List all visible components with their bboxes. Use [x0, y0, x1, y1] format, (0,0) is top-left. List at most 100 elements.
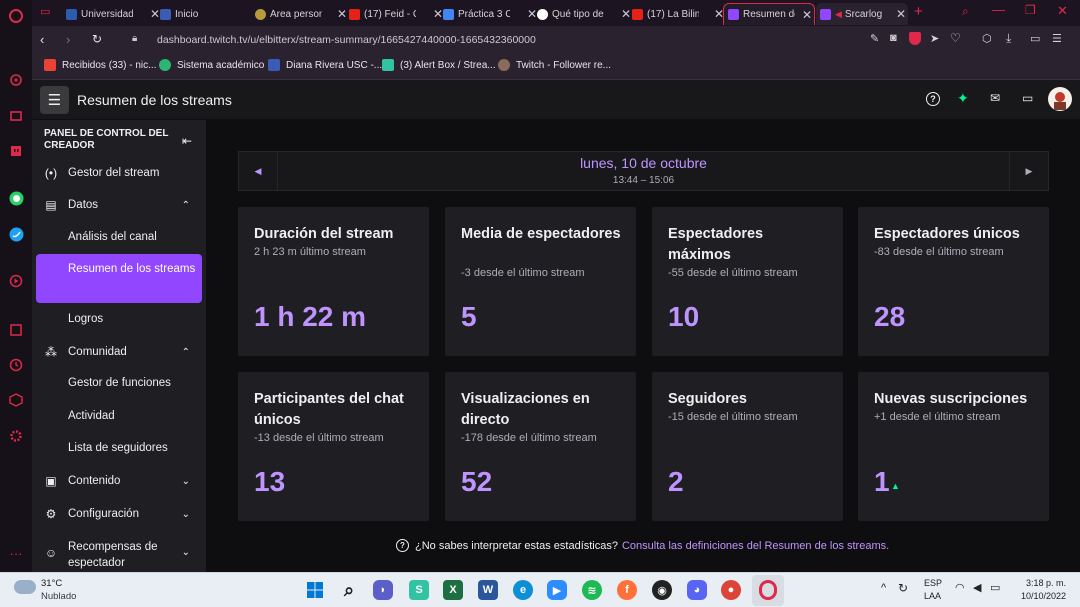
- stat-value: 1: [874, 466, 890, 497]
- hamburger-menu-button[interactable]: ☰: [40, 86, 69, 114]
- streamlabs-icon[interactable]: S: [409, 580, 429, 600]
- shopping-icon[interactable]: [8, 107, 24, 123]
- lock-icon[interactable]: 🔒︎: [132, 33, 137, 44]
- search-tabs-icon[interactable]: ⌕: [962, 4, 969, 19]
- discord-icon[interactable]: ◕: [687, 580, 707, 600]
- cube-icon[interactable]: ⬡: [982, 32, 992, 45]
- pinboard-icon[interactable]: [8, 322, 24, 338]
- volume-icon[interactable]: ◀: [973, 581, 981, 594]
- tab-inicio[interactable]: Inicio✕: [160, 3, 256, 25]
- send-icon[interactable]: ➤: [930, 32, 939, 45]
- tab-universidad[interactable]: Universidad ✕: [66, 3, 162, 25]
- chrome-icon[interactable]: ●: [721, 580, 741, 600]
- url-field[interactable]: dashboard.twitch.tv/u/elbitterx/stream-s…: [157, 34, 536, 46]
- chevron-up-icon[interactable]: ^: [881, 582, 886, 594]
- crown-icon[interactable]: ✦: [957, 90, 969, 107]
- sync-icon[interactable]: ↻: [898, 581, 908, 595]
- tab-feid[interactable]: (17) Feid - C ✕: [349, 3, 445, 25]
- gamepad-icon[interactable]: ▭: [40, 5, 54, 19]
- back-icon[interactable]: ‹: [40, 32, 44, 47]
- tab-google[interactable]: Qué tipo de ✕: [537, 3, 633, 25]
- obs-icon[interactable]: ◉: [652, 580, 672, 600]
- windows-start-icon[interactable]: [305, 580, 325, 600]
- word-icon[interactable]: W: [478, 580, 498, 600]
- tab-practica[interactable]: Práctica 3 C ✕: [443, 3, 539, 25]
- tab-area-personal[interactable]: Área person ✕: [255, 3, 349, 25]
- close-tab-icon[interactable]: ✕: [527, 7, 537, 21]
- whatsapp-icon[interactable]: [8, 190, 24, 206]
- sidebar-item-datos[interactable]: ▤ Datos ⌃: [36, 198, 202, 212]
- menu-icon[interactable]: ☰: [1052, 32, 1062, 45]
- twitch-icon[interactable]: [8, 143, 24, 159]
- language-code[interactable]: ESP: [924, 578, 942, 588]
- bookmark-follower[interactable]: Twitch - Follower re...: [498, 59, 611, 71]
- inbox-icon[interactable]: ✉: [990, 91, 1000, 105]
- sidebar-item-actividad[interactable]: Actividad: [36, 410, 202, 422]
- date-navigator: ◀ lunes, 10 de octubre 13:44 – 15:06 ▶: [238, 151, 1049, 191]
- search-icon[interactable]: ⌕: [339, 580, 359, 600]
- battery-icon[interactable]: ▭: [990, 581, 1000, 594]
- audio-icon[interactable]: ◀: [835, 9, 842, 20]
- close-tab-icon[interactable]: ✕: [150, 7, 160, 21]
- sidebar-item-configuracion[interactable]: ⚙ Configuración ⌄: [36, 507, 202, 521]
- sidebar-item-comunidad[interactable]: ⁂ Comunidad ⌃: [36, 345, 202, 359]
- download-icon[interactable]: ⤓: [1006, 31, 1011, 46]
- clock-time[interactable]: 3:18 p. m.: [1010, 578, 1066, 588]
- sidebar-item-gestor-funciones[interactable]: Gestor de funciones: [36, 377, 202, 389]
- forward-icon[interactable]: ›: [66, 32, 70, 47]
- sidebar-item-gestor-stream[interactable]: (•) Gestor del stream: [36, 166, 202, 180]
- new-tab-icon[interactable]: +: [914, 3, 923, 20]
- bookmark-diana[interactable]: Diana Rivera USC -...: [268, 59, 382, 71]
- edit-icon[interactable]: ✎: [870, 32, 879, 45]
- minimize-icon[interactable]: —: [992, 2, 1005, 17]
- extensions-icon[interactable]: [8, 392, 24, 408]
- close-tab-icon[interactable]: ✕: [896, 7, 906, 21]
- opera-logo-icon[interactable]: [8, 8, 24, 24]
- aria-icon[interactable]: [8, 72, 24, 88]
- tab-srcarlog[interactable]: ◀ Srcarlog ✕: [816, 3, 908, 25]
- camera-icon[interactable]: ◙: [890, 32, 897, 44]
- zoom-icon[interactable]: ▶: [547, 580, 567, 600]
- close-tab-icon[interactable]: ✕: [433, 7, 443, 21]
- sidebar-item-contenido[interactable]: ▣ Contenido ⌄: [36, 474, 202, 488]
- whispers-icon[interactable]: ▭: [1022, 91, 1033, 105]
- history-icon[interactable]: [8, 357, 24, 373]
- weather-temp[interactable]: 31°C: [41, 578, 62, 589]
- collapse-icon[interactable]: ⇤: [182, 134, 192, 148]
- player-icon[interactable]: [8, 273, 24, 289]
- reload-icon[interactable]: ↻: [92, 32, 102, 46]
- settings-icon[interactable]: [8, 428, 24, 444]
- firefox-icon[interactable]: f: [617, 580, 637, 600]
- close-tab-icon[interactable]: ✕: [621, 7, 631, 21]
- definitions-link[interactable]: Consulta las definiciones del Resumen de…: [622, 540, 889, 552]
- wifi-icon[interactable]: ◠: [955, 581, 965, 594]
- sidebar-item-logros[interactable]: Logros: [36, 313, 202, 325]
- sidebar-item-analisis[interactable]: Análisis del canal: [36, 231, 202, 243]
- help-icon[interactable]: ?: [926, 92, 940, 106]
- close-tab-icon[interactable]: ✕: [802, 8, 812, 22]
- tab-resumen[interactable]: Resumen de ✕: [723, 3, 815, 25]
- bookmark-sistema[interactable]: Sistema académico: [159, 59, 264, 71]
- opera-taskbar-button[interactable]: [752, 575, 784, 606]
- bookmark-alertbox[interactable]: (3) Alert Box / Strea...: [382, 59, 496, 71]
- excel-icon[interactable]: X: [443, 580, 463, 600]
- bookmark-gmail[interactable]: Recibidos (33) - nic...: [44, 59, 156, 71]
- sidebar-item-resumen[interactable]: Resumen de los streams: [36, 254, 202, 303]
- chat-icon[interactable]: ◗: [373, 580, 393, 600]
- maximize-icon[interactable]: ❐: [1025, 3, 1036, 17]
- edge-icon[interactable]: e: [513, 580, 533, 600]
- battery-icon[interactable]: ▭: [1030, 32, 1040, 45]
- avatar[interactable]: [1048, 87, 1072, 111]
- twitter-icon[interactable]: [8, 226, 24, 242]
- more-icon[interactable]: ···: [8, 545, 24, 561]
- sidebar-item-seguidores[interactable]: Lista de seguidores: [36, 442, 202, 454]
- vpn-shield-icon[interactable]: [909, 32, 921, 45]
- close-window-icon[interactable]: ✕: [1057, 3, 1068, 19]
- spotify-icon[interactable]: ≋: [582, 580, 602, 600]
- cloud-icon[interactable]: [14, 580, 36, 594]
- sidebar-item-recompensas[interactable]: ☺ Recompensas de espectador ⌄: [36, 539, 202, 571]
- close-tab-icon[interactable]: ✕: [337, 7, 347, 21]
- next-stream-button[interactable]: ▶: [1009, 152, 1048, 190]
- heart-icon[interactable]: ♡: [950, 31, 961, 45]
- tab-bilingue[interactable]: (17) La Bilin ✕: [632, 3, 726, 25]
